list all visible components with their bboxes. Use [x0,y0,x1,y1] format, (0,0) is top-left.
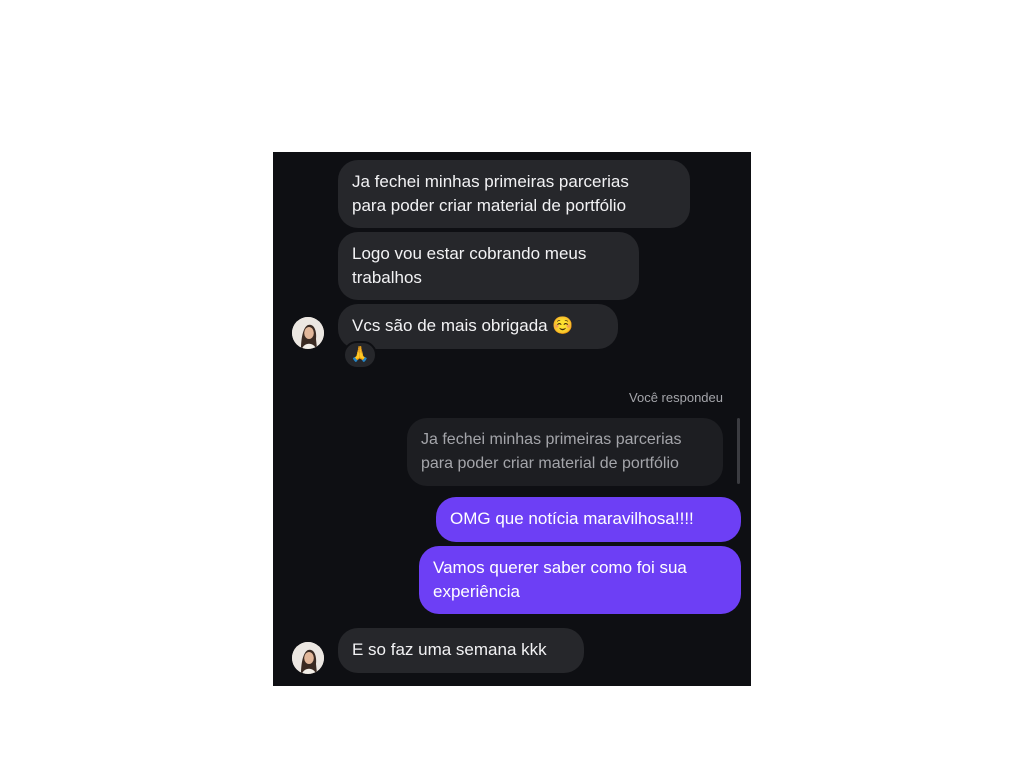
received-message-4[interactable]: E so faz uma semana kkk [338,628,584,673]
quote-indicator-bar [737,418,740,484]
folded-hands-emoji-icon: 🙏 [350,346,370,363]
sent-message-2[interactable]: Vamos querer saber como foi sua experiên… [419,546,741,614]
quoted-message[interactable]: Ja fechei minhas primeiras parcerias par… [407,418,723,486]
user-avatar-icon [292,642,324,674]
chat-thread: Ja fechei minhas primeiras parcerias par… [273,152,751,686]
received-message-1[interactable]: Ja fechei minhas primeiras parcerias par… [338,160,690,228]
user-avatar-icon [292,317,324,349]
received-message-2[interactable]: Logo vou estar cobrando meus trabalhos [338,232,639,300]
sender-avatar[interactable] [292,317,324,349]
reaction-badge[interactable]: 🙏 [343,341,377,369]
reply-label: Você respondeu [629,390,723,405]
sent-message-1[interactable]: OMG que notícia maravilhosa!!!! [436,497,741,542]
sender-avatar[interactable] [292,642,324,674]
received-message-3[interactable]: Vcs são de mais obrigada ☺️ [338,304,618,349]
